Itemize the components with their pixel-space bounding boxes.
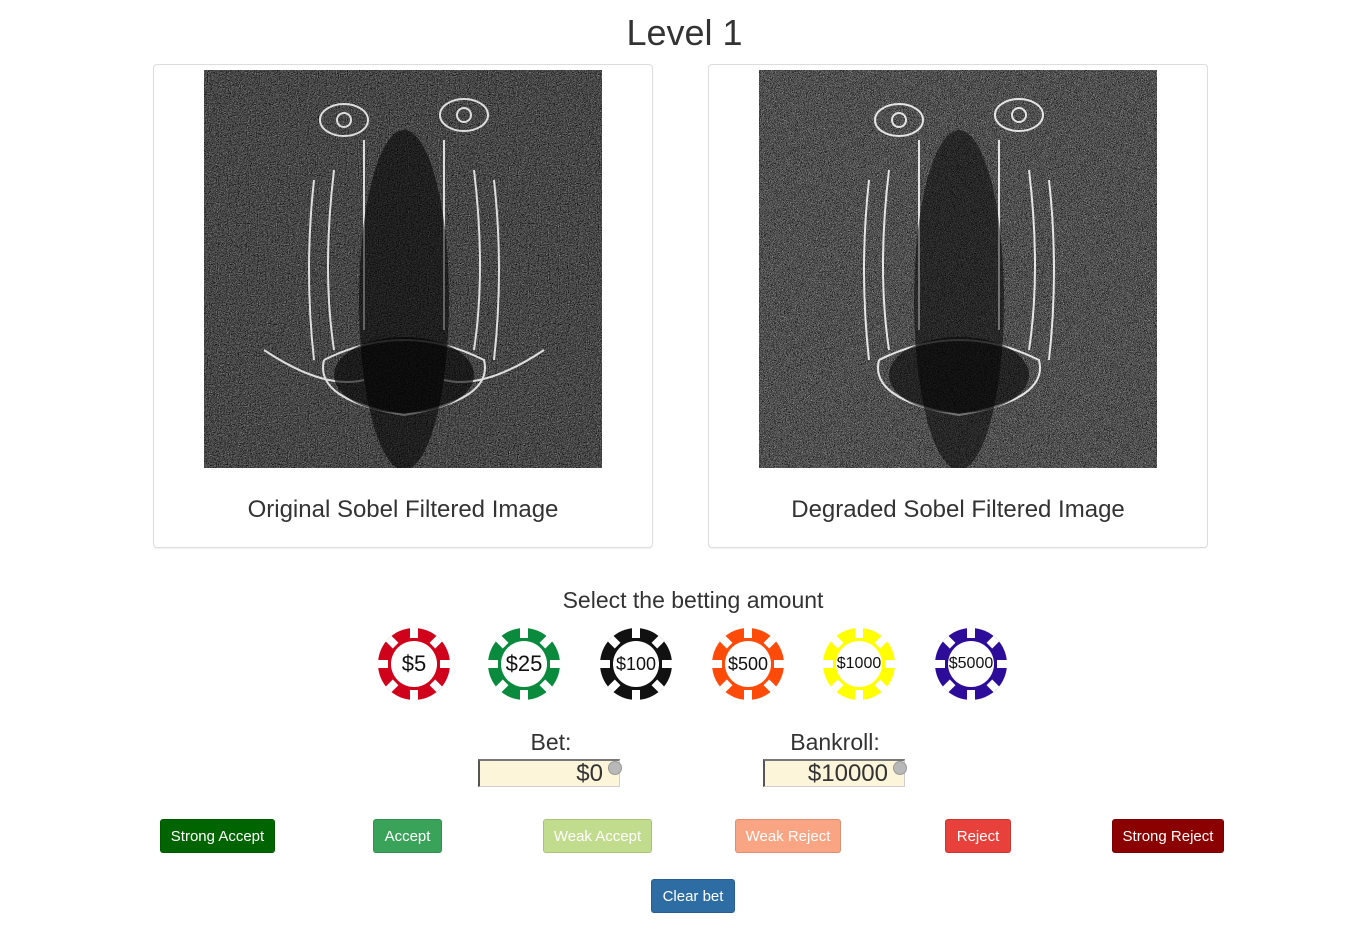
bankroll-label: Bankroll:	[790, 729, 880, 755]
original-image-panel: Original Sobel Filtered Image	[153, 64, 653, 548]
degraded-sobel-image	[759, 70, 1157, 468]
bet-spinner-icon[interactable]	[608, 761, 622, 775]
chip-5-button[interactable]: $5	[377, 627, 451, 701]
chip-5000-button[interactable]: $5000	[934, 627, 1008, 701]
strong-accept-button[interactable]: Strong Accept	[160, 819, 275, 853]
chip-label: $25	[505, 651, 543, 676]
chip-label: $100	[615, 654, 657, 674]
bet-label: Bet:	[530, 729, 572, 755]
chip-label: $1000	[836, 655, 882, 672]
chip-1000-button[interactable]: $1000	[822, 627, 896, 701]
original-sobel-image	[204, 70, 602, 468]
strong-reject-button[interactable]: Strong Reject	[1112, 819, 1224, 853]
chip-25-button[interactable]: $25	[487, 627, 561, 701]
weak-accept-button[interactable]: Weak Accept	[543, 819, 652, 853]
degraded-image-caption: Degraded Sobel Filtered Image	[791, 496, 1125, 523]
chip-100-button[interactable]: $100	[599, 627, 673, 701]
chip-label: $5	[401, 651, 427, 676]
bet-field[interactable]: $0	[478, 759, 620, 787]
reject-button[interactable]: Reject	[945, 819, 1011, 853]
bankroll-field[interactable]: $10000	[763, 759, 905, 787]
accept-button[interactable]: Accept	[373, 819, 442, 853]
degraded-image-panel: Degraded Sobel Filtered Image	[708, 64, 1208, 548]
betting-prompt: Select the betting amount	[562, 587, 824, 613]
original-image-caption: Original Sobel Filtered Image	[247, 496, 559, 523]
chip-label: $5000	[948, 655, 994, 672]
bankroll-spinner-icon[interactable]	[893, 761, 907, 775]
chip-label: $500	[727, 654, 769, 674]
clear-bet-button[interactable]: Clear bet	[651, 879, 735, 913]
chip-500-button[interactable]: $500	[711, 627, 785, 701]
page-title: Level 1	[626, 12, 743, 53]
weak-reject-button[interactable]: Weak Reject	[735, 819, 841, 853]
